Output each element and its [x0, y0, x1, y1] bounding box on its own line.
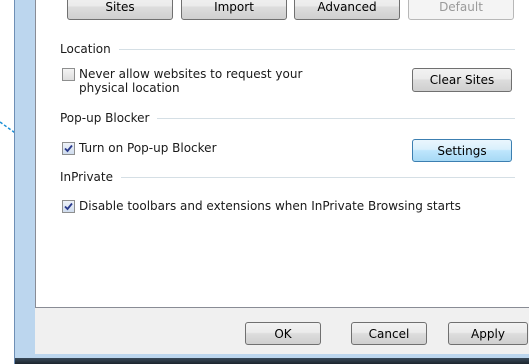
popup-header-label: Pop-up Blocker — [60, 111, 150, 125]
divider — [120, 176, 515, 178]
internet-options-dialog: Sites Import Advanced Default Location N… — [35, 0, 529, 354]
never-allow-label-line1: Never allow websites to request your — [79, 67, 303, 81]
apply-button[interactable]: Apply — [448, 322, 528, 345]
inprivate-header-label: InPrivate — [60, 170, 113, 184]
default-button[interactable]: Default — [408, 0, 514, 20]
cancel-button[interactable]: Cancel — [351, 322, 427, 345]
window-frame: Sites Import Advanced Default Location N… — [14, 0, 529, 364]
privacy-tab-page: Sites Import Advanced Default Location N… — [35, 0, 529, 308]
popup-blocker-checkbox[interactable] — [62, 142, 75, 155]
import-button[interactable]: Import — [181, 0, 287, 20]
never-allow-location-checkbox[interactable] — [62, 68, 75, 81]
inprivate-toolbars-checkbox[interactable] — [62, 200, 75, 213]
advanced-button[interactable]: Advanced — [294, 0, 400, 20]
sites-button[interactable]: Sites — [67, 0, 173, 20]
popup-settings-button[interactable]: Settings — [412, 139, 512, 162]
inprivate-toolbars-label: Disable toolbars and extensions when InP… — [79, 199, 461, 213]
location-group-header: Location — [60, 41, 515, 57]
never-allow-location-row[interactable]: Never allow websites to request your phy… — [62, 67, 302, 95]
popup-blocker-label: Turn on Pop-up Blocker — [79, 141, 217, 155]
clear-sites-button[interactable]: Clear Sites — [412, 68, 512, 92]
popup-blocker-row[interactable]: Turn on Pop-up Blocker — [62, 141, 217, 155]
divider — [118, 48, 515, 50]
checkmark-icon — [64, 202, 73, 211]
checkmark-icon — [64, 144, 73, 153]
inprivate-toolbars-row[interactable]: Disable toolbars and extensions when InP… — [62, 199, 461, 213]
never-allow-label-line2: physical location — [79, 81, 180, 95]
location-header-label: Location — [60, 42, 111, 56]
divider — [157, 117, 515, 119]
ok-button[interactable]: OK — [245, 322, 321, 345]
inprivate-group-header: InPrivate — [60, 169, 515, 185]
popup-blocker-group-header: Pop-up Blocker — [60, 110, 515, 126]
